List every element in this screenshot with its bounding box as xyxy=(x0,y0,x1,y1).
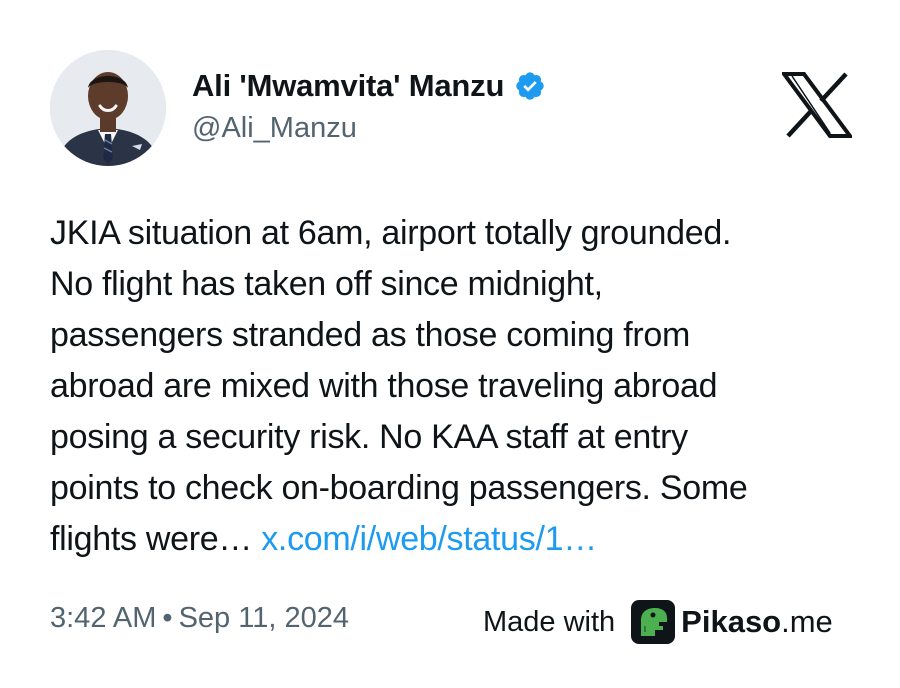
made-with-label: Made with xyxy=(483,605,616,638)
tweet-line: No flight has taken off since midnight, xyxy=(50,265,603,303)
tweet-card: Ali 'Mwamvita' Manzu @Ali_Manzu JKIA sit… xyxy=(0,0,900,688)
tweet-line: posing a security risk. No KAA staff at … xyxy=(50,418,688,456)
pikaso-brand-bold: Pikaso xyxy=(681,604,782,639)
author-name-row: Ali 'Mwamvita' Manzu xyxy=(192,66,546,106)
pikaso-brand-suffix: .me xyxy=(781,604,833,639)
author-display-name[interactable]: Ali 'Mwamvita' Manzu xyxy=(192,68,504,104)
pikaso-brand: Pikaso.me xyxy=(681,604,833,640)
tweet-line: abroad are mixed with those traveling ab… xyxy=(50,367,718,405)
tweet-line: JKIA situation at 6am, airport totally g… xyxy=(50,214,732,252)
author-handle[interactable]: @Ali_Manzu xyxy=(192,112,357,145)
tweet-line: points to check on-boarding passengers. … xyxy=(50,469,748,507)
timestamp-separator: • xyxy=(162,602,173,634)
tweet-line: passengers stranded as those coming from xyxy=(50,316,691,354)
tweet-status-link[interactable]: x.com/i/web/status/1… xyxy=(261,520,597,558)
x-logo-icon[interactable] xyxy=(782,72,852,138)
tweet-line-last: flights were… x.com/i/web/status/1… xyxy=(50,514,870,565)
avatar[interactable] xyxy=(50,50,166,166)
profile-photo-icon xyxy=(50,50,166,166)
made-with-footer[interactable]: Made with Pikaso.me xyxy=(483,600,833,644)
verified-badge-icon xyxy=(516,72,544,100)
tweet-truncated-text: flights were… xyxy=(50,520,262,558)
tweet-date: Sep 11, 2024 xyxy=(178,602,349,634)
pikaso-dinosaur-icon xyxy=(631,600,676,644)
tweet-body: JKIA situation at 6am, airport totally g… xyxy=(50,208,870,565)
tweet-time: 3:42 AM xyxy=(50,602,157,634)
tweet-timestamp[interactable]: 3:42 AM • Sep 11, 2024 xyxy=(50,602,349,635)
